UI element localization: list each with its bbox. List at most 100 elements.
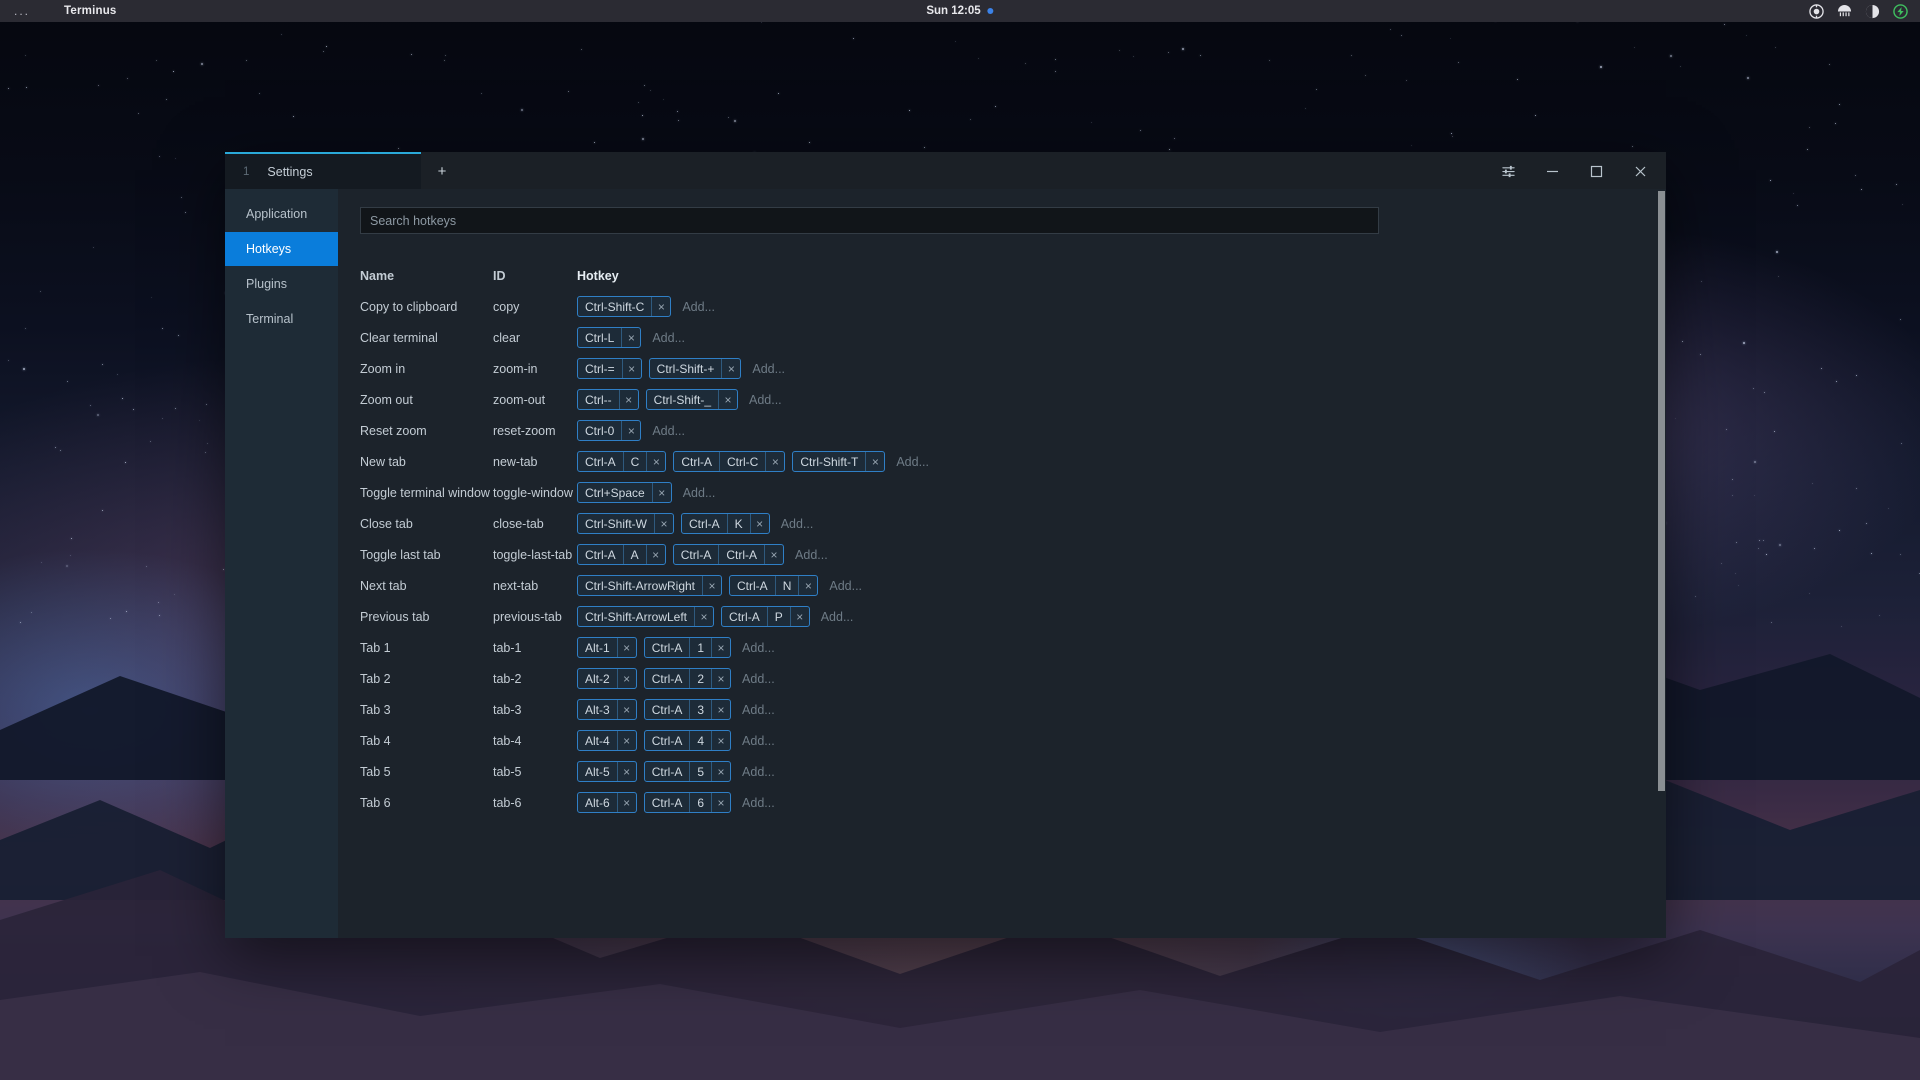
hotkey-chip[interactable]: Alt-3 ×: [577, 699, 637, 720]
hotkey-chip[interactable]: Ctrl-0 ×: [577, 420, 642, 441]
hotkey-chip[interactable]: Ctrl-Shift-W ×: [577, 513, 674, 534]
hotkey-chip[interactable]: Ctrl-A 2 ×: [643, 668, 732, 689]
hotkey-chip[interactable]: Ctrl-Shift-_ ×: [645, 389, 738, 410]
add-hotkey-button[interactable]: Add...: [817, 610, 854, 624]
remove-hotkey-button[interactable]: ×: [654, 514, 673, 533]
add-hotkey-button[interactable]: Add...: [738, 641, 775, 655]
remove-hotkey-button[interactable]: ×: [621, 328, 640, 347]
add-hotkey-button[interactable]: Add...: [738, 672, 775, 686]
hotkey-chip[interactable]: Ctrl-A 3 ×: [643, 699, 732, 720]
remove-hotkey-button[interactable]: ×: [621, 421, 640, 440]
hotkey-chip[interactable]: Ctrl-Shift-C ×: [577, 296, 672, 317]
content-scrollbar[interactable]: [1657, 189, 1666, 938]
hotkey-chip[interactable]: Alt-4 ×: [577, 730, 637, 751]
remove-hotkey-button[interactable]: ×: [616, 762, 636, 781]
hotkey-chip[interactable]: Ctrl-- ×: [577, 389, 639, 410]
remove-hotkey-button[interactable]: ×: [711, 731, 730, 750]
remove-hotkey-button[interactable]: ×: [749, 514, 769, 533]
add-hotkey-button[interactable]: Add...: [738, 765, 775, 779]
hotkey-name: Zoom in: [360, 361, 406, 376]
hotkey-chip[interactable]: Ctrl-A Ctrl-A ×: [672, 544, 785, 565]
remove-hotkey-button[interactable]: ×: [646, 452, 665, 471]
remove-hotkey-button[interactable]: ×: [616, 700, 636, 719]
minimize-icon[interactable]: [1530, 154, 1574, 189]
add-hotkey-button[interactable]: Add...: [679, 486, 716, 500]
remove-hotkey-button[interactable]: ×: [702, 576, 721, 595]
hotkey-chip[interactable]: Ctrl-Shift-+ ×: [648, 358, 742, 379]
add-hotkey-button[interactable]: Add...: [648, 331, 685, 345]
remove-hotkey-button[interactable]: ×: [865, 452, 884, 471]
hotkey-chip[interactable]: Alt-2 ×: [577, 668, 637, 689]
activities-overview-button[interactable]: ...: [14, 5, 30, 17]
remove-hotkey-button[interactable]: ×: [711, 638, 730, 657]
hotkey-chip[interactable]: Ctrl-A K ×: [681, 513, 770, 534]
add-hotkey-button[interactable]: Add...: [777, 517, 814, 531]
system-tray[interactable]: [1809, 3, 1908, 19]
remove-hotkey-button[interactable]: ×: [711, 700, 730, 719]
hotkey-chip[interactable]: Ctrl-L ×: [577, 327, 642, 348]
hotkey-chip[interactable]: Alt-5 ×: [577, 761, 637, 782]
hotkey-chip[interactable]: Ctrl-A 4 ×: [643, 730, 732, 751]
add-hotkey-button[interactable]: Add...: [678, 300, 715, 314]
remove-hotkey-button[interactable]: ×: [789, 607, 809, 626]
hotkey-chip[interactable]: Ctrl-A C ×: [577, 451, 667, 472]
remove-hotkey-button[interactable]: ×: [616, 669, 636, 688]
sidebar-item-terminal[interactable]: Terminal: [225, 302, 338, 336]
hotkey-name: Previous tab: [360, 609, 430, 624]
remove-hotkey-button[interactable]: ×: [711, 793, 730, 812]
remove-hotkey-button[interactable]: ×: [694, 607, 713, 626]
remove-hotkey-button[interactable]: ×: [718, 390, 737, 409]
remove-hotkey-button[interactable]: ×: [616, 793, 636, 812]
hotkey-chip[interactable]: Alt-1 ×: [577, 637, 637, 658]
remove-hotkey-button[interactable]: ×: [798, 576, 817, 595]
hotkey-chip[interactable]: Ctrl-A A ×: [577, 544, 666, 565]
add-hotkey-button[interactable]: Add...: [791, 548, 828, 562]
hotkey-chip-segment: A: [622, 545, 646, 564]
add-hotkey-button[interactable]: Add...: [745, 393, 782, 407]
settings-content-pane: Name ID Hotkey Copy to clipboard copy Ctrl…: [338, 189, 1666, 938]
remove-hotkey-button[interactable]: ×: [618, 390, 638, 409]
sidebar-item-plugins[interactable]: Plugins: [225, 267, 338, 301]
tab-settings[interactable]: 1 Settings: [225, 152, 421, 189]
remove-hotkey-button[interactable]: ×: [711, 669, 730, 688]
remove-hotkey-button[interactable]: ×: [616, 638, 636, 657]
remove-hotkey-button[interactable]: ×: [616, 731, 636, 750]
search-input[interactable]: [360, 207, 1379, 234]
add-hotkey-button[interactable]: Add...: [748, 362, 785, 376]
add-hotkey-button[interactable]: Add...: [648, 424, 685, 438]
hotkey-chip[interactable]: Ctrl-A P ×: [721, 606, 810, 627]
add-hotkey-button[interactable]: Add...: [738, 734, 775, 748]
hotkey-chip[interactable]: Alt-6 ×: [577, 792, 637, 813]
sidebar-item-application[interactable]: Application: [225, 197, 338, 231]
hotkey-chip[interactable]: Ctrl-Shift-ArrowRight ×: [577, 575, 723, 596]
hotkey-chip[interactable]: Ctrl-A 5 ×: [643, 761, 732, 782]
scrollbar-thumb[interactable]: [1658, 191, 1665, 791]
remove-hotkey-button[interactable]: ×: [651, 483, 671, 502]
hotkey-chip[interactable]: Ctrl-A Ctrl-C ×: [673, 451, 786, 472]
remove-hotkey-button[interactable]: ×: [651, 297, 670, 316]
hotkey-chip[interactable]: Ctrl-A 6 ×: [643, 792, 732, 813]
new-tab-button[interactable]: +: [421, 152, 463, 189]
hotkey-chip[interactable]: Ctrl-A N ×: [729, 575, 819, 596]
sidebar-item-hotkeys[interactable]: Hotkeys: [225, 232, 338, 266]
add-hotkey-button[interactable]: Add...: [825, 579, 862, 593]
sliders-icon[interactable]: [1486, 154, 1530, 189]
remove-hotkey-button[interactable]: ×: [764, 545, 783, 564]
hotkey-chip[interactable]: Ctrl-Shift-ArrowLeft ×: [577, 606, 715, 627]
hotkey-chip[interactable]: Ctrl+Space ×: [577, 482, 672, 503]
remove-hotkey-button[interactable]: ×: [645, 545, 665, 564]
add-hotkey-button[interactable]: Add...: [738, 703, 775, 717]
remove-hotkey-button[interactable]: ×: [711, 762, 730, 781]
hotkey-chip[interactable]: Ctrl-A 1 ×: [643, 637, 732, 658]
maximize-icon[interactable]: [1574, 154, 1618, 189]
active-app-title[interactable]: Terminus: [64, 5, 117, 17]
add-hotkey-button[interactable]: Add...: [892, 455, 929, 469]
hotkey-chip[interactable]: Ctrl-Shift-T ×: [792, 451, 886, 472]
remove-hotkey-button[interactable]: ×: [765, 452, 784, 471]
clock-menu[interactable]: Sun 12:05: [926, 5, 994, 17]
add-hotkey-button[interactable]: Add...: [738, 796, 775, 810]
close-icon[interactable]: [1618, 154, 1662, 189]
remove-hotkey-button[interactable]: ×: [721, 359, 740, 378]
hotkey-chip[interactable]: Ctrl-= ×: [577, 358, 642, 379]
remove-hotkey-button[interactable]: ×: [621, 359, 641, 378]
